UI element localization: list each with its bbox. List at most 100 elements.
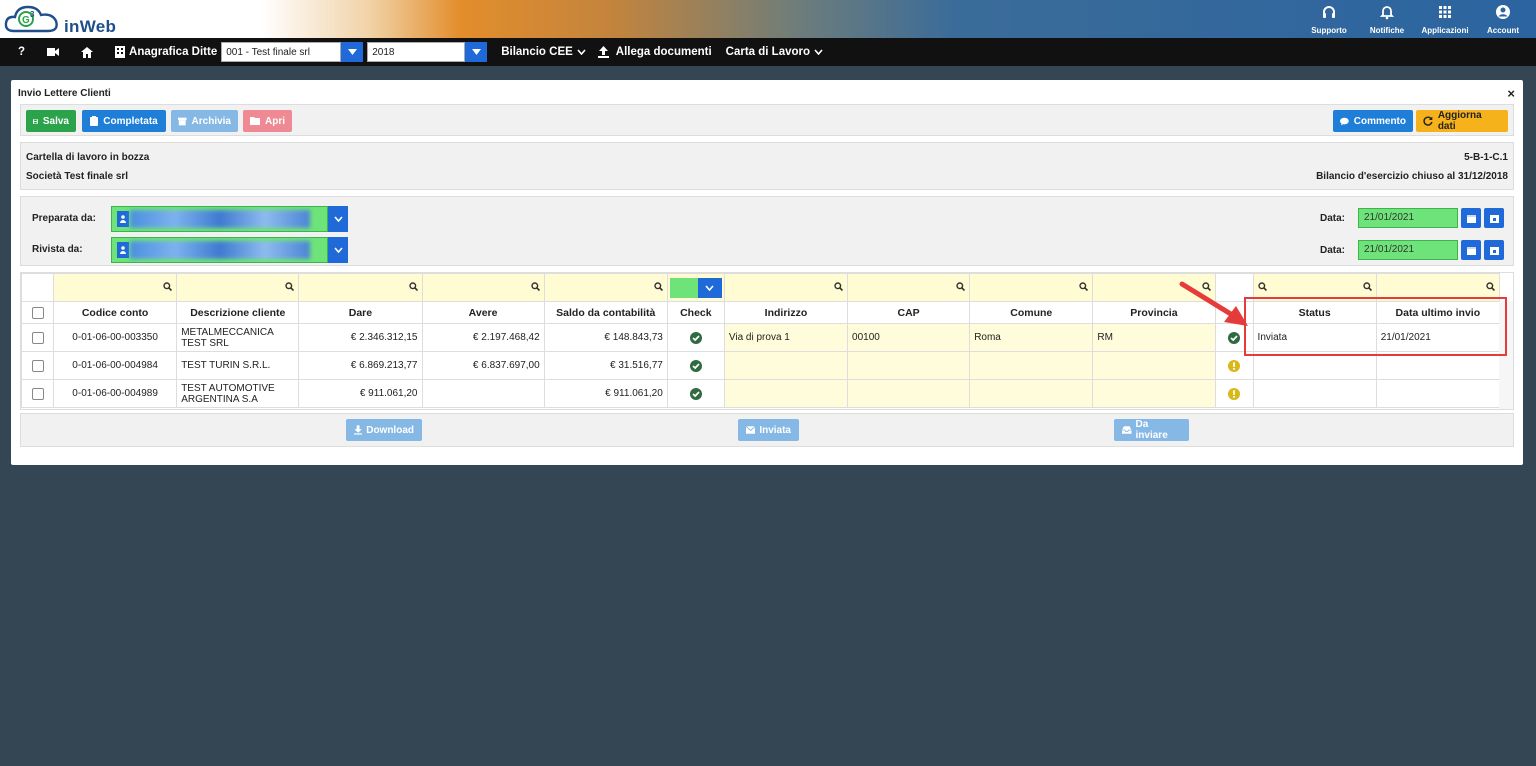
cell-cap[interactable]: 00100 bbox=[847, 323, 971, 352]
apri-button[interactable]: Apri bbox=[243, 110, 292, 132]
cell-cap[interactable] bbox=[847, 351, 971, 380]
filter-codice[interactable] bbox=[53, 273, 178, 302]
date-label: Data: bbox=[1320, 213, 1346, 224]
applications-button[interactable]: Applicazioni bbox=[1418, 2, 1472, 35]
calendar-today-icon[interactable] bbox=[1484, 240, 1504, 260]
grid-actions: Download Inviata Da inviare bbox=[20, 413, 1514, 447]
reviewed-by-field[interactable] bbox=[111, 237, 328, 263]
cell-provincia[interactable] bbox=[1092, 351, 1216, 380]
filter-avere[interactable] bbox=[421, 273, 545, 302]
cell-indirizzo[interactable]: Via di prova 1 bbox=[723, 323, 849, 352]
select-all-checkbox[interactable] bbox=[31, 306, 44, 319]
cell-provincia[interactable] bbox=[1092, 379, 1216, 408]
aggiorna-button[interactable]: Aggiorna dati bbox=[1416, 110, 1508, 132]
inviata-button[interactable]: Inviata bbox=[738, 419, 799, 441]
company-select[interactable]: 001 - Test finale srl bbox=[221, 42, 364, 62]
filter-indirizzo[interactable] bbox=[723, 273, 849, 302]
search-icon bbox=[956, 281, 966, 291]
cell-saldo: € 911.061,20 bbox=[543, 379, 668, 408]
section-code: 5-B-1-C.1 bbox=[1464, 152, 1508, 163]
filter-cap[interactable] bbox=[847, 273, 971, 302]
info-section: Cartella di lavoro in bozza Società Test… bbox=[20, 142, 1514, 190]
notifications-label: Notifiche bbox=[1369, 26, 1405, 35]
save-button[interactable]: Salva bbox=[26, 110, 76, 132]
company-name: Società Test finale srl bbox=[26, 171, 129, 182]
da-inviare-button[interactable]: Da inviare bbox=[1114, 419, 1189, 441]
col-comune[interactable]: Comune bbox=[969, 301, 1094, 324]
col-cap[interactable]: CAP bbox=[847, 301, 971, 324]
select-all-cell[interactable] bbox=[21, 301, 55, 324]
search-icon bbox=[530, 281, 540, 291]
menu-allega[interactable]: Allega documenti bbox=[597, 46, 712, 58]
cell-comune[interactable]: Roma bbox=[969, 323, 1094, 352]
video-icon[interactable] bbox=[47, 47, 60, 57]
prepared-by-field[interactable] bbox=[111, 206, 328, 232]
check-circle-icon bbox=[689, 387, 702, 400]
filter-dare[interactable] bbox=[298, 273, 423, 302]
row-checkbox[interactable] bbox=[31, 331, 44, 344]
table-row[interactable]: 0-01-06-00-004989 TEST AUTOMOTIVE ARGENT… bbox=[21, 379, 1501, 408]
year-select[interactable]: 2018 bbox=[367, 42, 488, 62]
close-icon[interactable]: × bbox=[1507, 86, 1515, 101]
calendar-today-icon[interactable] bbox=[1484, 208, 1504, 228]
archivia-button[interactable]: Archivia bbox=[171, 110, 238, 132]
inviata-label: Inviata bbox=[759, 424, 791, 436]
filter-descrizione[interactable] bbox=[176, 273, 300, 302]
account-button[interactable]: Account bbox=[1476, 2, 1530, 35]
commento-button[interactable]: Commento bbox=[1333, 110, 1413, 132]
reviewed-date-input[interactable]: 21/01/2021 bbox=[1358, 240, 1458, 260]
row-checkbox[interactable] bbox=[31, 359, 44, 372]
menu-allega-label: Allega documenti bbox=[615, 46, 712, 58]
prepared-by-select[interactable] bbox=[111, 206, 348, 232]
row-checkbox[interactable] bbox=[31, 387, 44, 400]
help-button[interactable]: ? bbox=[18, 46, 25, 58]
filter-saldo[interactable] bbox=[543, 273, 668, 302]
menu-bilancio[interactable]: Bilancio CEE bbox=[501, 46, 586, 58]
cell-dare: € 2.346.312,15 bbox=[298, 323, 423, 352]
upload-icon bbox=[597, 46, 609, 58]
cell-cap[interactable] bbox=[847, 379, 971, 408]
cell-data-invio bbox=[1375, 379, 1501, 408]
col-indirizzo[interactable]: Indirizzo bbox=[723, 301, 849, 324]
caret-down-icon[interactable] bbox=[341, 42, 364, 62]
reviewers-section: Preparata da: Rivista da: Data: 21/01/20… bbox=[20, 196, 1514, 266]
chevron-down-icon[interactable] bbox=[328, 237, 348, 263]
svg-text:3: 3 bbox=[30, 10, 35, 19]
menu-carta[interactable]: Carta di Lavoro bbox=[726, 46, 823, 58]
col-descrizione[interactable]: Descrizione cliente bbox=[176, 301, 300, 324]
cell-descrizione: TEST AUTOMOTIVE ARGENTINA S.A bbox=[176, 379, 300, 408]
row-select-cell[interactable] bbox=[21, 379, 55, 408]
row-select-cell[interactable] bbox=[21, 351, 55, 380]
calendar-icon[interactable] bbox=[1461, 240, 1481, 260]
cell-codice: 0-01-06-00-003350 bbox=[53, 323, 178, 352]
filter-comune[interactable] bbox=[969, 273, 1094, 302]
caret-down-icon[interactable] bbox=[465, 42, 488, 62]
col-avere[interactable]: Avere bbox=[421, 301, 545, 324]
col-dare[interactable]: Dare bbox=[298, 301, 423, 324]
cell-indirizzo[interactable] bbox=[723, 379, 849, 408]
chevron-down-icon[interactable] bbox=[697, 277, 722, 298]
row-select-cell[interactable] bbox=[21, 323, 55, 352]
calendar-icon[interactable] bbox=[1461, 208, 1481, 228]
download-button[interactable]: Download bbox=[346, 419, 422, 441]
filter-check[interactable] bbox=[666, 273, 725, 302]
status-highlight-box bbox=[1244, 297, 1507, 356]
refresh-icon bbox=[1423, 116, 1433, 126]
cell-indirizzo[interactable] bbox=[723, 351, 849, 380]
prepared-date-input[interactable]: 21/01/2021 bbox=[1358, 208, 1458, 228]
chevron-down-icon[interactable] bbox=[328, 206, 348, 232]
support-button[interactable]: Supporto bbox=[1302, 2, 1356, 35]
col-check[interactable]: Check bbox=[666, 301, 725, 324]
col-codice[interactable]: Codice conto bbox=[53, 301, 178, 324]
app-logo[interactable]: G 3 inWeb bbox=[4, 3, 134, 37]
aggiorna-label: Aggiorna dati bbox=[1437, 110, 1482, 132]
prepared-by-label: Preparata da: bbox=[32, 213, 96, 224]
cell-comune[interactable] bbox=[969, 379, 1094, 408]
reviewed-by-select[interactable] bbox=[111, 237, 348, 263]
cell-comune[interactable] bbox=[969, 351, 1094, 380]
notifications-button[interactable]: Notifiche bbox=[1360, 2, 1414, 35]
check-filter-select[interactable] bbox=[669, 277, 722, 298]
completata-button[interactable]: Completata bbox=[82, 110, 166, 132]
col-saldo[interactable]: Saldo da contabilità bbox=[543, 301, 668, 324]
home-icon[interactable] bbox=[81, 46, 94, 58]
